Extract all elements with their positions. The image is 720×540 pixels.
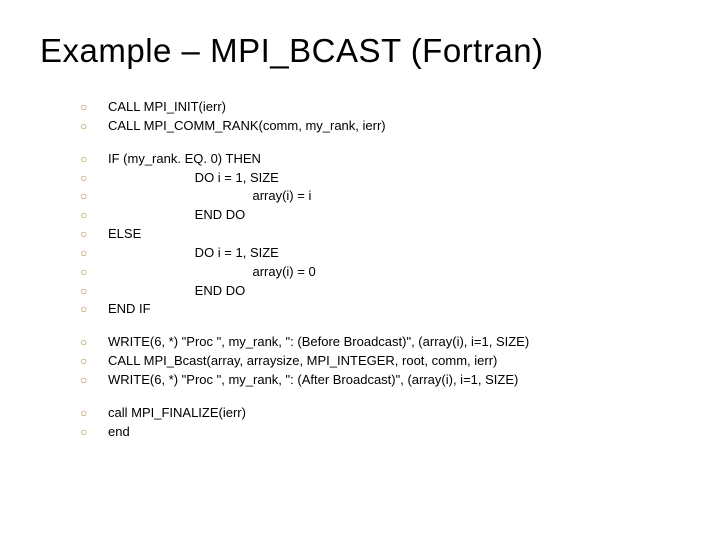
code-line: ○ END DO: [80, 206, 680, 225]
code-line: ○ array(i) = 0: [80, 263, 680, 282]
circle-bullet-icon: ○: [80, 352, 108, 371]
code-text: CALL MPI_INIT(ierr): [108, 98, 226, 117]
slide-body: ○CALL MPI_INIT(ierr)○CALL MPI_COMM_RANK(…: [80, 98, 680, 442]
code-line: ○ELSE: [80, 225, 680, 244]
code-text: array(i) = i: [108, 187, 311, 206]
slide-title: Example – MPI_BCAST (Fortran): [40, 32, 680, 70]
code-text: END IF: [108, 300, 151, 319]
code-text: array(i) = 0: [108, 263, 316, 282]
code-text: CALL MPI_COMM_RANK(comm, my_rank, ierr): [108, 117, 386, 136]
code-line: ○call MPI_FINALIZE(ierr): [80, 404, 680, 423]
code-text: end: [108, 423, 130, 442]
code-text: WRITE(6, *) "Proc ", my_rank, ": (After …: [108, 371, 518, 390]
code-text: DO i = 1, SIZE: [108, 244, 279, 263]
paragraph-gap: [80, 136, 680, 150]
circle-bullet-icon: ○: [80, 404, 108, 423]
code-line: ○ DO i = 1, SIZE: [80, 169, 680, 188]
circle-bullet-icon: ○: [80, 423, 108, 442]
code-text: END DO: [108, 206, 245, 225]
code-line: ○end: [80, 423, 680, 442]
circle-bullet-icon: ○: [80, 117, 108, 136]
circle-bullet-icon: ○: [80, 98, 108, 117]
code-text: CALL MPI_Bcast(array, arraysize, MPI_INT…: [108, 352, 497, 371]
code-line: ○END IF: [80, 300, 680, 319]
circle-bullet-icon: ○: [80, 244, 108, 263]
code-text: END DO: [108, 282, 245, 301]
circle-bullet-icon: ○: [80, 206, 108, 225]
code-line: ○ DO i = 1, SIZE: [80, 244, 680, 263]
code-line: ○WRITE(6, *) "Proc ", my_rank, ": (After…: [80, 371, 680, 390]
paragraph-gap: [80, 390, 680, 404]
code-text: call MPI_FINALIZE(ierr): [108, 404, 246, 423]
slide: Example – MPI_BCAST (Fortran) ○CALL MPI_…: [0, 0, 720, 540]
circle-bullet-icon: ○: [80, 282, 108, 301]
code-text: ELSE: [108, 225, 141, 244]
code-line: ○CALL MPI_COMM_RANK(comm, my_rank, ierr): [80, 117, 680, 136]
paragraph-gap: [80, 319, 680, 333]
circle-bullet-icon: ○: [80, 150, 108, 169]
circle-bullet-icon: ○: [80, 187, 108, 206]
code-text: IF (my_rank. EQ. 0) THEN: [108, 150, 261, 169]
code-text: WRITE(6, *) "Proc ", my_rank, ": (Before…: [108, 333, 529, 352]
code-line: ○WRITE(6, *) "Proc ", my_rank, ": (Befor…: [80, 333, 680, 352]
code-line: ○CALL MPI_Bcast(array, arraysize, MPI_IN…: [80, 352, 680, 371]
code-line: ○ array(i) = i: [80, 187, 680, 206]
circle-bullet-icon: ○: [80, 300, 108, 319]
code-line: ○CALL MPI_INIT(ierr): [80, 98, 680, 117]
circle-bullet-icon: ○: [80, 169, 108, 188]
circle-bullet-icon: ○: [80, 263, 108, 282]
circle-bullet-icon: ○: [80, 333, 108, 352]
code-line: ○ END DO: [80, 282, 680, 301]
code-text: DO i = 1, SIZE: [108, 169, 279, 188]
circle-bullet-icon: ○: [80, 225, 108, 244]
circle-bullet-icon: ○: [80, 371, 108, 390]
code-line: ○IF (my_rank. EQ. 0) THEN: [80, 150, 680, 169]
